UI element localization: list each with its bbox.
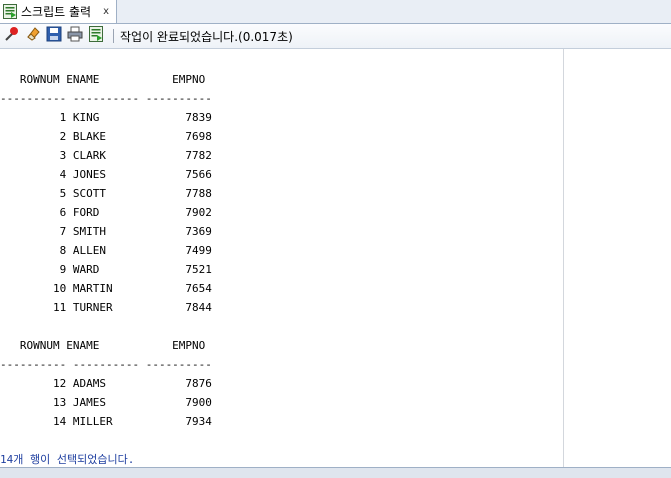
printer-icon xyxy=(67,26,83,46)
bottom-border xyxy=(0,467,671,478)
script-output-button[interactable] xyxy=(87,26,105,46)
save-icon xyxy=(46,26,62,46)
result-row: 3 CLARK 7782 xyxy=(0,149,212,162)
result-row: 1 KING 7839 xyxy=(0,111,212,124)
result-row: 5 SCOTT 7788 xyxy=(0,187,212,200)
tab-bar: 스크립트 출력 x xyxy=(0,0,671,24)
result-row: 12 ADAMS 7876 xyxy=(0,377,212,390)
save-button[interactable] xyxy=(45,26,63,46)
separator-line: ---------- ---------- ---------- xyxy=(0,358,212,371)
result-row: 11 TURNER 7844 xyxy=(0,301,212,314)
script-output-icon xyxy=(88,26,104,46)
column-header: ROWNUM ENAME EMPNO xyxy=(0,339,206,352)
result-row: 14 MILLER 7934 xyxy=(0,415,212,428)
eraser-icon xyxy=(25,26,41,46)
column-header: ROWNUM ENAME EMPNO xyxy=(0,73,206,86)
rows-selected-message: 14개 행이 선택되었습니다. xyxy=(0,453,135,466)
status-message: 작업이 완료되었습니다.(0.017초) xyxy=(120,29,293,44)
script-output-icon xyxy=(3,4,17,19)
result-row: 2 BLAKE 7698 xyxy=(0,130,212,143)
result-row: 7 SMITH 7369 xyxy=(0,225,212,238)
script-output-pane[interactable]: ROWNUM ENAME EMPNO ---------- ----------… xyxy=(0,49,564,467)
result-row: 13 JAMES 7900 xyxy=(0,396,212,409)
separator-line: ---------- ---------- ---------- xyxy=(0,92,212,105)
toolbar-divider xyxy=(113,29,114,43)
close-icon[interactable]: x xyxy=(103,6,109,17)
result-row: 8 ALLEN 7499 xyxy=(0,244,212,257)
pin-button[interactable] xyxy=(3,27,21,45)
clear-button[interactable] xyxy=(24,27,42,45)
tab-label: 스크립트 출력 xyxy=(21,5,92,19)
print-button[interactable] xyxy=(66,26,84,46)
result-row: 10 MARTIN 7654 xyxy=(0,282,212,295)
output-toolbar: 작업이 완료되었습니다.(0.017초) xyxy=(0,24,671,49)
result-row: 9 WARD 7521 xyxy=(0,263,212,276)
tab-script-output[interactable]: 스크립트 출력 x xyxy=(0,0,117,23)
result-row: 6 FORD 7902 xyxy=(0,206,212,219)
result-row: 4 JONES 7566 xyxy=(0,168,212,181)
pin-icon xyxy=(4,26,20,46)
